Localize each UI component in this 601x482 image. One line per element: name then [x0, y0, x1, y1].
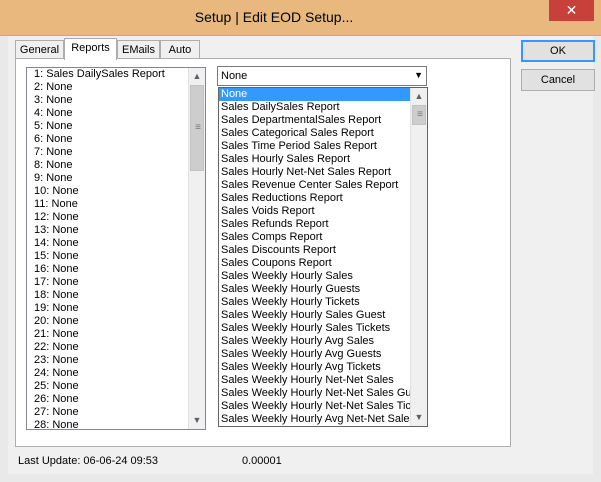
- report-slot-item[interactable]: 13: None: [27, 224, 205, 237]
- report-slot-item[interactable]: 19: None: [27, 302, 205, 315]
- scroll-thumb[interactable]: ≡: [412, 105, 426, 125]
- dropdown-option[interactable]: None: [219, 88, 427, 101]
- report-slots-list[interactable]: 1: Sales DailySales Report 2: None 3: None…: [26, 67, 206, 430]
- dropdown-option[interactable]: Sales Time Period Sales Report: [219, 140, 427, 153]
- report-slot-item[interactable]: 24: None: [27, 367, 205, 380]
- report-slot-item[interactable]: 14: None: [27, 237, 205, 250]
- dropdown-option[interactable]: Sales Weekly Hourly Net-Net Sales: [219, 374, 427, 387]
- dropdown-option[interactable]: Sales DailySales Report: [219, 101, 427, 114]
- report-slot-item[interactable]: 25: None: [27, 380, 205, 393]
- report-slot-item[interactable]: 18: None: [27, 289, 205, 302]
- title-bar: Setup | Edit EOD Setup... ✕: [0, 0, 601, 36]
- dropdown-option[interactable]: Sales Weekly Hourly Avg Tickets: [219, 361, 427, 374]
- scroll-up-icon[interactable]: ▲: [189, 68, 205, 85]
- report-slot-item[interactable]: 22: None: [27, 341, 205, 354]
- last-update-text: Last Update: 06-06-24 09:53: [18, 455, 159, 467]
- dropdown-option[interactable]: Sales Reductions Report: [219, 192, 427, 205]
- tab-label: General: [19, 44, 60, 56]
- dropdown-option[interactable]: Sales Comps Report: [219, 231, 427, 244]
- dropdown-option[interactable]: Sales Revenue Center Sales Report: [219, 179, 427, 192]
- dropdown-option[interactable]: Sales Categorical Sales Report: [219, 127, 427, 140]
- dropdown-option[interactable]: Sales Weekly Hourly Sales Tickets: [219, 322, 427, 335]
- dropdown-option[interactable]: Sales Discounts Report: [219, 244, 427, 257]
- report-combo[interactable]: None ▼: [217, 66, 427, 86]
- close-button[interactable]: ✕: [549, 0, 594, 21]
- dropdown-option[interactable]: Sales Weekly Hourly Avg Sales: [219, 335, 427, 348]
- report-slot-item[interactable]: 9: None: [27, 172, 205, 185]
- dropdown-option[interactable]: Sales Voids Report: [219, 205, 427, 218]
- dropdown-option[interactable]: Sales Weekly Hourly Guests: [219, 283, 427, 296]
- report-slots-scrollbar[interactable]: ▲ ≡ ▼: [188, 68, 205, 429]
- dropdown-option[interactable]: Sales Weekly Hourly Tickets: [219, 296, 427, 309]
- report-slot-item[interactable]: 23: None: [27, 354, 205, 367]
- report-slot-item[interactable]: 6: None: [27, 133, 205, 146]
- scroll-down-icon[interactable]: ▼: [189, 412, 205, 429]
- report-slot-item[interactable]: 26: None: [27, 393, 205, 406]
- report-slots-items: 1: Sales DailySales Report 2: None 3: None…: [27, 68, 205, 429]
- chevron-down-icon[interactable]: ▼: [414, 70, 423, 80]
- tab-emails[interactable]: EMails: [117, 40, 160, 59]
- report-slot-item[interactable]: 15: None: [27, 250, 205, 263]
- dropdown-option[interactable]: Sales Hourly Net-Net Sales Report: [219, 166, 427, 179]
- dropdown-option[interactable]: Sales Weekly Hourly Sales: [219, 270, 427, 283]
- scroll-up-icon[interactable]: ▲: [411, 88, 427, 105]
- report-slot-item[interactable]: 10: None: [27, 185, 205, 198]
- scroll-down-icon[interactable]: ▼: [411, 409, 427, 426]
- status-value: 0.00001: [242, 455, 282, 467]
- report-slot-item[interactable]: 28: None: [27, 419, 205, 429]
- report-dropdown-options: None Sales DailySales Report Sales Departm…: [219, 88, 427, 426]
- dropdown-option[interactable]: Sales Weekly Hourly Avg Guests: [219, 348, 427, 361]
- report-slot-item[interactable]: 7: None: [27, 146, 205, 159]
- report-slot-item[interactable]: 27: None: [27, 406, 205, 419]
- report-slot-item[interactable]: 1: Sales DailySales Report: [27, 68, 205, 81]
- grip-icon: ≡: [195, 122, 201, 133]
- dropdown-option[interactable]: Sales Weekly Hourly Net-Net Sales Guest: [219, 387, 427, 400]
- dropdown-option[interactable]: Sales Weekly Hourly Net-Net Sales Ticket…: [219, 400, 427, 413]
- ok-button[interactable]: OK: [521, 40, 595, 62]
- report-slot-item[interactable]: 5: None: [27, 120, 205, 133]
- report-slot-item[interactable]: 11: None: [27, 198, 205, 211]
- close-icon: ✕: [565, 2, 578, 18]
- dropdown-option[interactable]: Sales Weekly Hourly Avg Net-Net Sales: [219, 413, 427, 426]
- scroll-thumb[interactable]: ≡: [190, 85, 204, 171]
- tab-general[interactable]: General: [15, 40, 64, 59]
- grip-icon: ≡: [417, 109, 423, 120]
- report-slot-item[interactable]: 12: None: [27, 211, 205, 224]
- report-slot-item[interactable]: 20: None: [27, 315, 205, 328]
- report-slot-item[interactable]: 16: None: [27, 263, 205, 276]
- report-dropdown-list[interactable]: None Sales DailySales Report Sales Departm…: [218, 87, 428, 427]
- dropdown-option[interactable]: Sales DepartmentalSales Report: [219, 114, 427, 127]
- report-slot-item[interactable]: 3: None: [27, 94, 205, 107]
- dropdown-option[interactable]: Sales Weekly Hourly Sales Guest: [219, 309, 427, 322]
- report-combo-value: None: [221, 70, 248, 82]
- report-slot-item[interactable]: 21: None: [27, 328, 205, 341]
- dropdown-scrollbar[interactable]: ▲ ≡ ▼: [410, 88, 427, 426]
- dropdown-option[interactable]: Sales Hourly Sales Report: [219, 153, 427, 166]
- cancel-button[interactable]: Cancel: [521, 69, 595, 91]
- tab-label: Reports: [71, 42, 110, 54]
- tab-label: Auto: [168, 44, 192, 56]
- tab-auto[interactable]: Auto: [160, 40, 200, 59]
- report-slot-item[interactable]: 8: None: [27, 159, 205, 172]
- dropdown-option[interactable]: Sales Coupons Report: [219, 257, 427, 270]
- report-slot-item[interactable]: 2: None: [27, 81, 205, 94]
- tab-reports[interactable]: Reports: [64, 38, 117, 60]
- report-slot-item[interactable]: 17: None: [27, 276, 205, 289]
- report-slot-item[interactable]: 4: None: [27, 107, 205, 120]
- dropdown-option[interactable]: Sales Refunds Report: [219, 218, 427, 231]
- window-title: Setup | Edit EOD Setup...: [194, 9, 354, 25]
- tab-label: EMails: [121, 44, 155, 56]
- reports-tab-panel: 1: Sales DailySales Report 2: None 3: None…: [15, 58, 511, 447]
